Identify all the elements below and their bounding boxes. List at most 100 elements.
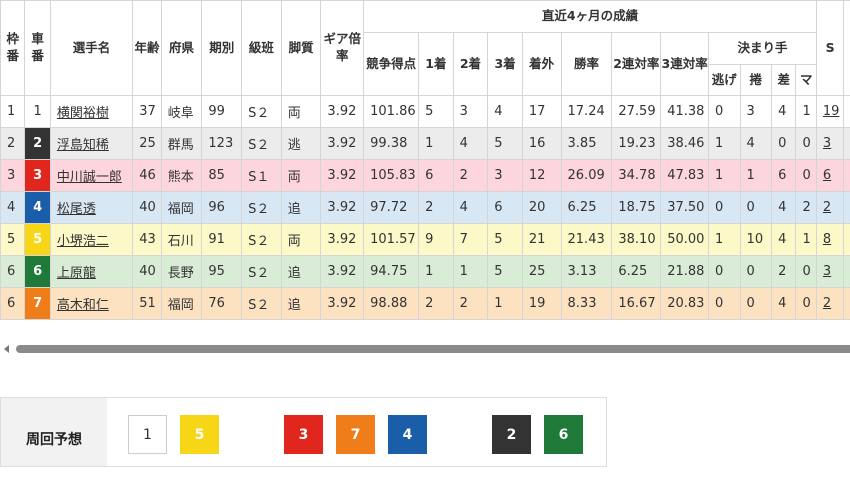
waku-cell: 2	[1, 128, 25, 160]
waku-cell: 3	[1, 160, 25, 192]
score-cell: 98.88	[364, 288, 419, 320]
sashi-cell: 4	[772, 96, 796, 128]
first-cell: 6	[419, 160, 454, 192]
entry-table-container[interactable]: 枠番 車番 選手名 年齢 府県 期別 級班 脚質 ギア倍率 直近4ヶ月の成績 S…	[0, 0, 850, 320]
pref-cell: 岐阜	[161, 96, 202, 128]
car-number-badge: 4	[25, 192, 49, 223]
gear-cell: 3.92	[321, 160, 364, 192]
rider-name-link[interactable]: 高木和仁	[57, 298, 109, 313]
r3-cell: 21.88	[661, 256, 709, 288]
s-count-cell: 2	[816, 288, 843, 320]
s-count-link[interactable]: 3	[823, 136, 831, 151]
first-cell: 1	[419, 256, 454, 288]
s-count-cell: 3	[816, 128, 843, 160]
sashi-cell: 4	[772, 224, 796, 256]
score-cell: 101.86	[364, 96, 419, 128]
style-cell: 両	[281, 224, 321, 256]
gear-cell: 3.92	[321, 128, 364, 160]
header-gear: ギア倍率	[321, 1, 364, 96]
sashi-cell: 6	[772, 160, 796, 192]
rider-name-cell: 上原龍	[50, 256, 132, 288]
gear-cell: 3.92	[321, 288, 364, 320]
header-name: 選手名	[50, 1, 132, 96]
rider-name-link[interactable]: 上原龍	[57, 266, 96, 281]
win-cell: 8.33	[561, 288, 612, 320]
nige-cell: 0	[709, 192, 741, 224]
style-cell: 逃	[281, 128, 321, 160]
age-cell: 43	[133, 224, 161, 256]
makuri-cell: 0	[740, 192, 772, 224]
nige-cell: 1	[709, 224, 741, 256]
rider-name-link[interactable]: 松尾透	[57, 202, 96, 217]
makuri-cell: 1	[740, 160, 772, 192]
sashi-cell: 4	[772, 288, 796, 320]
s-count-link[interactable]: 2	[823, 296, 831, 311]
s-count-link[interactable]: 3	[823, 264, 831, 279]
horizontal-scrollbar[interactable]	[4, 343, 850, 355]
out-cell: 19	[522, 288, 561, 320]
waku-cell: 4	[1, 192, 25, 224]
r2-cell: 6.25	[612, 256, 661, 288]
header-car: 車番	[25, 1, 50, 96]
scrollbar-thumb[interactable]	[16, 345, 850, 353]
scroll-left-arrow-icon[interactable]	[4, 345, 9, 353]
nige-cell: 0	[709, 256, 741, 288]
car-number-cell: 1	[25, 96, 50, 128]
r2-cell: 19.23	[612, 128, 661, 160]
r2-cell: 16.67	[612, 288, 661, 320]
score-cell: 101.57	[364, 224, 419, 256]
third-cell: 1	[488, 288, 523, 320]
header-recent: 直近4ヶ月の成績	[364, 1, 817, 33]
s-count-link[interactable]: 6	[823, 168, 831, 183]
rider-name-link[interactable]: 中川誠一郎	[57, 170, 122, 185]
header-pref: 府県	[161, 1, 202, 96]
rider-name-cell: 高木和仁	[50, 288, 132, 320]
makuri-cell: 0	[740, 256, 772, 288]
s-count-link[interactable]: 19	[823, 104, 840, 119]
car-number-badge: 6	[25, 256, 49, 287]
nige-cell: 1	[709, 128, 741, 160]
third-cell: 5	[488, 224, 523, 256]
s-count-link[interactable]: 8	[823, 232, 831, 247]
mark-cell: 0	[796, 256, 816, 288]
rider-name-cell: 中川誠一郎	[50, 160, 132, 192]
gear-cell: 3.92	[321, 256, 364, 288]
s-count-link[interactable]: 2	[823, 200, 831, 215]
first-cell: 2	[419, 288, 454, 320]
out-cell: 21	[522, 224, 561, 256]
makuri-cell: 4	[740, 128, 772, 160]
b-cell: 0	[844, 192, 850, 224]
header-class: 級班	[242, 1, 282, 96]
term-cell: 96	[202, 192, 242, 224]
mark-cell: 0	[796, 160, 816, 192]
second-cell: 1	[453, 256, 488, 288]
pref-cell: 熊本	[161, 160, 202, 192]
pref-cell: 群馬	[161, 128, 202, 160]
rider-name-link[interactable]: 浮島知稀	[57, 138, 109, 153]
rider-name-link[interactable]: 横関裕樹	[57, 106, 109, 121]
b-cell: 0	[844, 256, 850, 288]
b-cell: 0	[844, 96, 850, 128]
style-cell: 追	[281, 288, 321, 320]
waku-cell: 6	[1, 256, 25, 288]
rider-name-link[interactable]: 小堺浩二	[57, 234, 109, 249]
header-sashi: 差	[772, 65, 796, 96]
age-cell: 40	[133, 256, 161, 288]
win-cell: 17.24	[561, 96, 612, 128]
table-row: 11横関裕樹37岐阜99S２両3.92101.865341717.2427.59…	[1, 96, 850, 128]
header-waku: 枠番	[1, 1, 25, 96]
score-cell: 99.38	[364, 128, 419, 160]
out-cell: 16	[522, 128, 561, 160]
age-cell: 40	[133, 192, 161, 224]
pref-cell: 福岡	[161, 288, 202, 320]
header-rate2: 2連対率	[612, 33, 661, 96]
term-cell: 76	[202, 288, 242, 320]
header-win-rate: 勝率	[561, 33, 612, 96]
gear-cell: 3.92	[321, 224, 364, 256]
header-makuri: 捲	[740, 65, 772, 96]
out-cell: 20	[522, 192, 561, 224]
second-cell: 3	[453, 96, 488, 128]
third-cell: 6	[488, 192, 523, 224]
rider-name-cell: 横関裕樹	[50, 96, 132, 128]
waku-cell: 6	[1, 288, 25, 320]
